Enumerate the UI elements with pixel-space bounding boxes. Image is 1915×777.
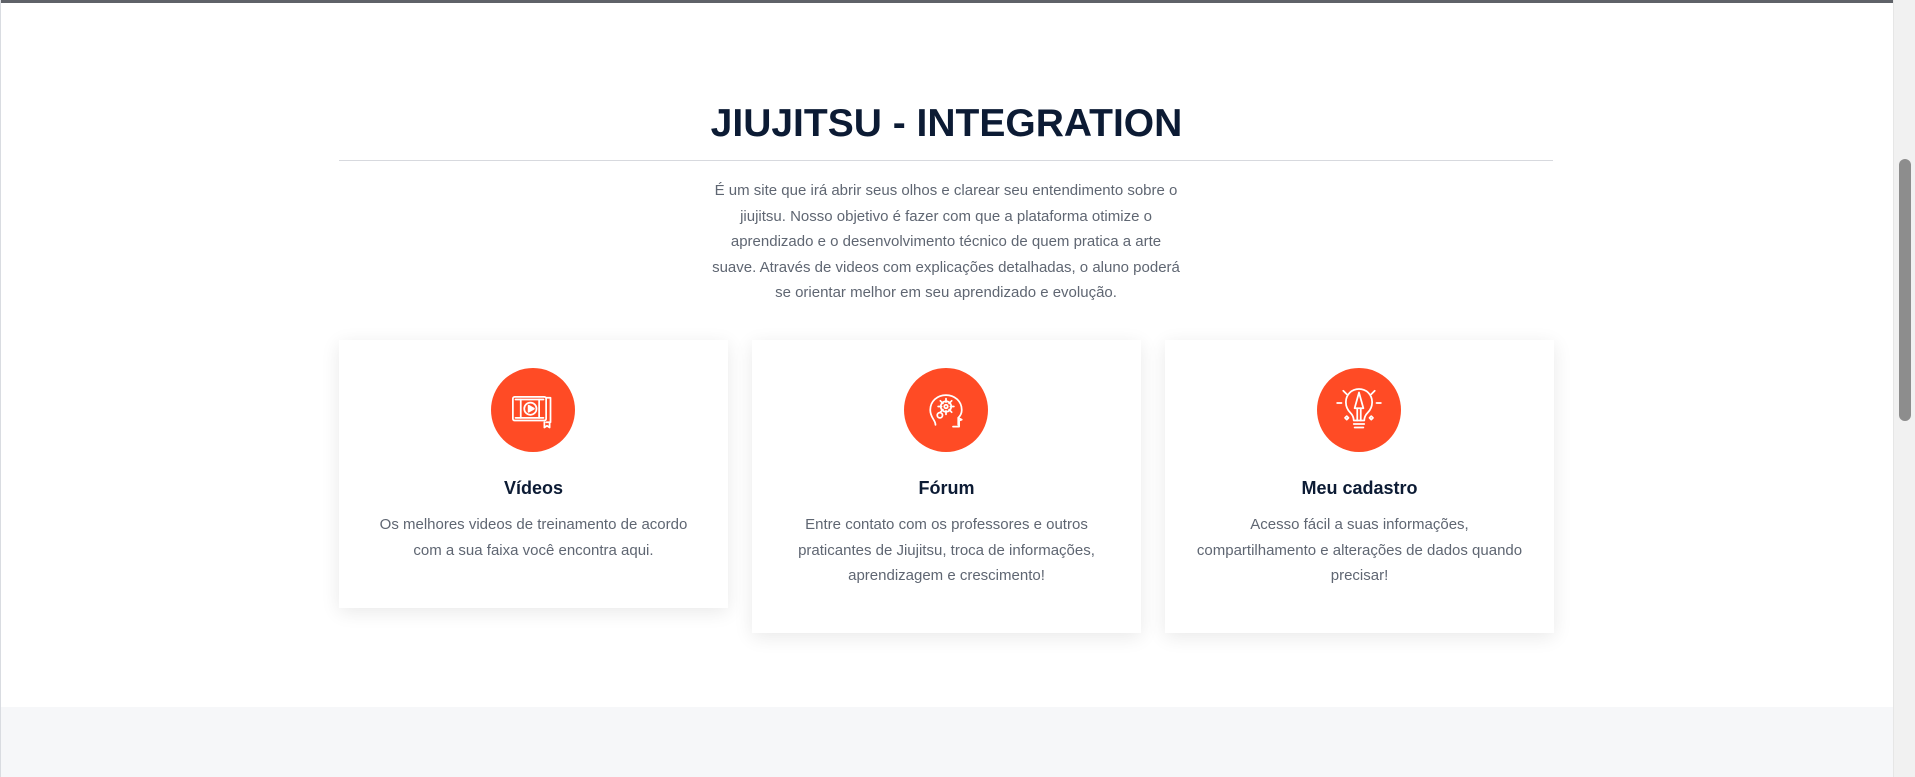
page: JIUJITSU - INTEGRATION É um site que irá… — [0, 0, 1915, 777]
video-player-icon — [491, 368, 575, 452]
integration-section: JIUJITSU - INTEGRATION É um site que irá… — [0, 0, 1893, 777]
account-card[interactable]: Meu cadastro Acesso fácil a suas informa… — [1165, 340, 1554, 633]
next-section-background — [1, 707, 1893, 777]
top-border — [0, 0, 1893, 3]
forum-card-title: Fórum — [918, 478, 975, 498]
section-title: JIUJITSU - INTEGRATION — [710, 102, 1183, 145]
scrollbar-thumb[interactable] — [1899, 159, 1911, 421]
section-description: É um site que irá abrir seus olhos e cla… — [712, 182, 1180, 301]
title-divider — [339, 160, 1553, 161]
forum-card-text: Entre contato com os professores e outro… — [798, 516, 1095, 584]
videos-card-text: Os melhores videos de treinamento de aco… — [379, 516, 688, 559]
videos-card-title: Vídeos — [503, 478, 564, 498]
account-card-text: Acesso fácil a suas informações, compart… — [1196, 516, 1523, 584]
brain-gears-icon — [904, 368, 988, 452]
vertical-scrollbar[interactable] — [1893, 0, 1915, 777]
idea-bulb-icon — [1317, 368, 1401, 452]
forum-card[interactable]: Fórum Entre contato com os professores e… — [752, 340, 1141, 633]
account-card-title: Meu cadastro — [1301, 478, 1418, 498]
videos-card[interactable]: Vídeos Os melhores videos de treinamento… — [339, 340, 728, 608]
